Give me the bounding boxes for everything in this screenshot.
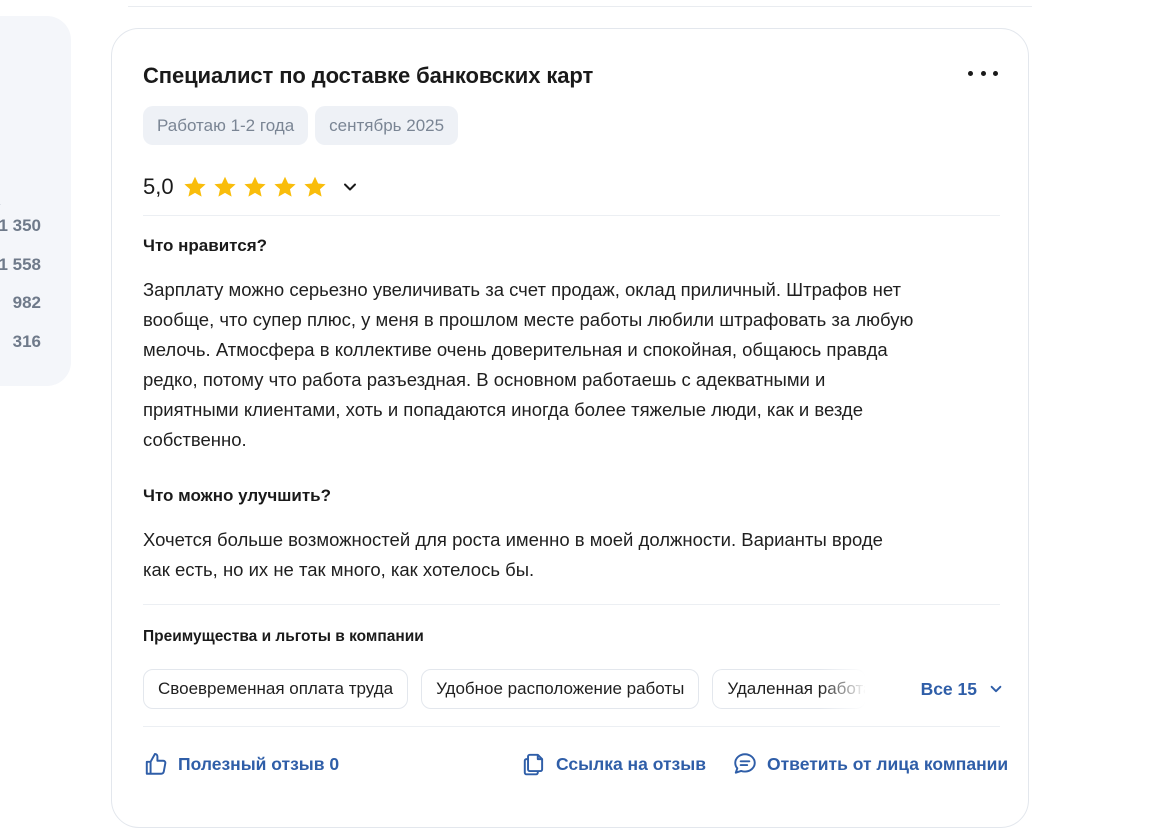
benefit-chip[interactable]: Удобное расположение работы (421, 669, 700, 709)
likes-line: собственно. (143, 429, 247, 450)
divider (143, 726, 1000, 727)
rating-value: 5,0 (143, 174, 174, 199)
show-all-label: Все 15 (920, 678, 977, 699)
star-icon (273, 176, 296, 197)
improve-text: Хочется больше возможностей для роста им… (143, 525, 1000, 585)
side-stat-1: 1 350 (0, 216, 41, 235)
likes-line: вообще, что супер плюс, у меня в прошлом… (143, 309, 914, 330)
reply-as-company-button[interactable]: Ответить от лица компании (732, 751, 1008, 777)
side-stat-4: 316 (12, 332, 41, 351)
likes-text: Зарплату можно серьезно увеличивать за с… (143, 275, 1000, 455)
star-icon (183, 176, 206, 197)
show-all-benefits-button[interactable]: Все 15 (910, 669, 1003, 709)
improve-line: Хочется больше возможностей для роста им… (143, 529, 883, 550)
likes-line: редко, потому что работа разъездная. В о… (143, 369, 826, 390)
side-stats-panel: 1 350 1 558 982 316 (0, 16, 71, 386)
copy-link-icon (523, 753, 544, 776)
side-stat-2: 1 558 (0, 255, 41, 274)
likes-heading: Что нравится? (143, 236, 268, 255)
benefits-heading: Преимущества и льготы в компании (143, 628, 424, 645)
useful-review-button[interactable]: Полезный отзыв 0 (143, 751, 339, 777)
review-card: Специалист по доставке банковских карт Р… (111, 28, 1029, 828)
more-options-icon[interactable] (968, 65, 998, 81)
review-link-button[interactable]: Ссылка на отзыв (521, 751, 706, 777)
divider (143, 604, 1000, 605)
benefit-chip[interactable]: Своевременная оплата труда (143, 669, 409, 709)
likes-line: Зарплату можно серьезно увеличивать за с… (143, 279, 902, 300)
reply-as-company-label: Ответить от лица компании (767, 753, 1009, 774)
divider (143, 215, 1000, 216)
likes-line: приятными клиентами, хоть и попадаются и… (143, 399, 864, 420)
rating-row: 5,0 (143, 174, 1000, 200)
star-icon (243, 176, 266, 197)
improve-line: как есть, но их не так много, как хотело… (143, 559, 535, 580)
chevron-down-icon (990, 685, 1002, 693)
side-divider (0, 204, 1, 205)
star-icon (213, 176, 236, 197)
tag-experience: Работаю 1-2 года (143, 106, 309, 145)
star-icon (303, 176, 326, 197)
thumbs-up-icon (145, 753, 167, 775)
review-link-label: Ссылка на отзыв (556, 753, 706, 774)
benefits-chips: Своевременная оплата труда Удобное распо… (143, 669, 1003, 709)
top-divider (128, 6, 1032, 7)
chevron-down-icon[interactable] (342, 179, 358, 195)
review-actions: Полезный отзыв 0 Ссылка на отзыв Ответит… (143, 751, 1008, 781)
position-title: Специалист по доставке банковских карт (143, 63, 594, 88)
likes-line: мелочь. Атмосфера в коллективе очень дов… (143, 339, 888, 360)
tag-date: сентябрь 2025 (315, 106, 459, 145)
side-stat-3: 982 (12, 293, 41, 312)
chat-bubble-icon (734, 753, 756, 774)
improve-heading: Что можно улучшить? (143, 486, 332, 505)
review-tags: Работаю 1-2 года сентябрь 2025 (143, 106, 1000, 145)
rating-stars (182, 174, 328, 200)
useful-review-label: Полезный отзыв 0 (178, 753, 340, 774)
benefit-chip[interactable]: Удаленная работа (712, 669, 867, 709)
